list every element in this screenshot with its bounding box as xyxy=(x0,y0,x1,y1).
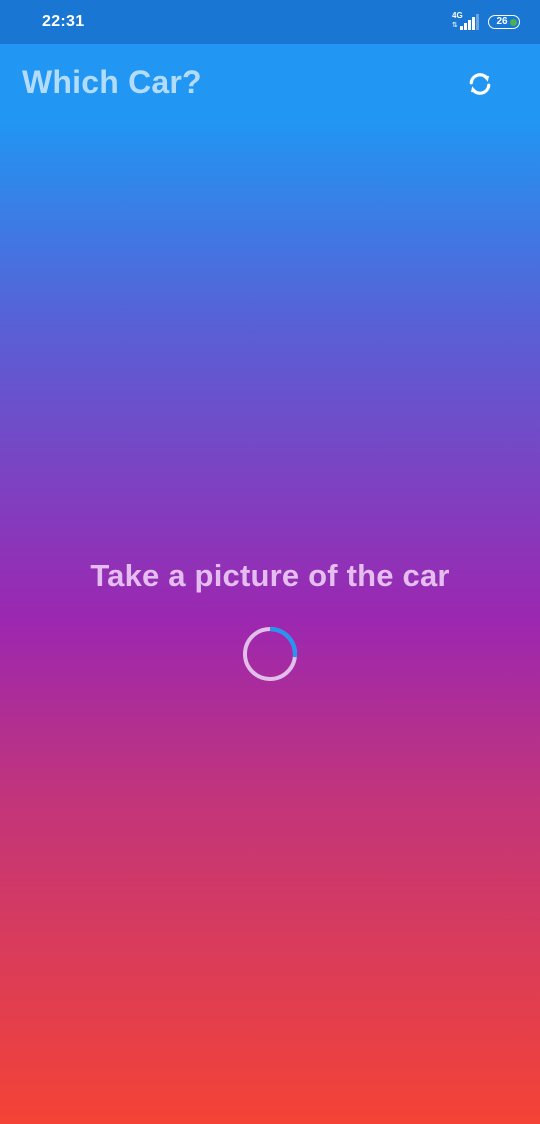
center-content: Take a picture of the car xyxy=(0,558,540,594)
battery-charging-dot xyxy=(510,18,517,26)
app-bar: Which Car? xyxy=(0,44,540,120)
status-time: 22:31 xyxy=(42,13,85,30)
data-activity-icon: ⇅ xyxy=(452,22,458,29)
cellular-signal-icon: 4G ⇅ xyxy=(452,12,482,32)
refresh-button[interactable] xyxy=(456,62,504,106)
signal-bar xyxy=(468,20,471,30)
signal-bar xyxy=(472,17,475,30)
app-title: Which Car? xyxy=(22,64,202,100)
battery-level: 26 xyxy=(496,16,508,27)
loading-spinner xyxy=(243,627,297,681)
instruction-text: Take a picture of the car xyxy=(90,558,450,593)
status-icons: 4G ⇅ 26 xyxy=(452,12,520,32)
refresh-icon xyxy=(469,73,491,95)
battery-icon: 26 xyxy=(488,15,520,29)
signal-bar xyxy=(460,26,463,30)
signal-bar xyxy=(476,14,479,30)
signal-bars xyxy=(460,14,480,30)
status-bar: 22:31 4G ⇅ 26 xyxy=(0,0,540,44)
signal-bar xyxy=(464,23,467,30)
